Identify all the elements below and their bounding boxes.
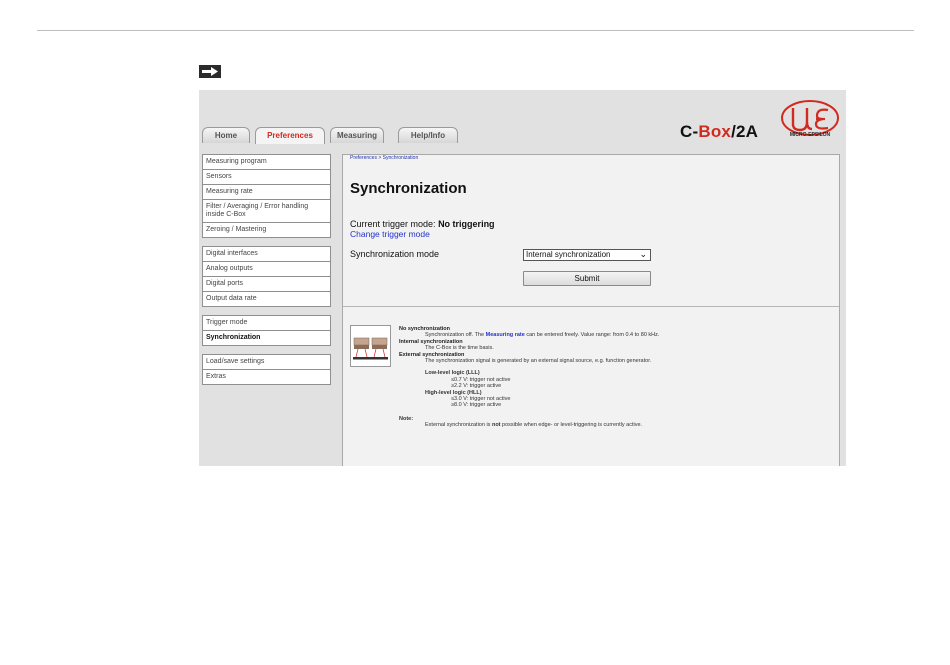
divider <box>343 306 839 307</box>
help-hll-2: ≥8.0 V: trigger active <box>451 402 502 409</box>
help-external-text: The synchronization signal is generated … <box>425 358 652 365</box>
trigger-value: No triggering <box>438 219 495 229</box>
arrow-icon <box>199 65 221 78</box>
chevron-down-icon: ⌄ <box>639 249 647 259</box>
sidebar-item-digital-ports[interactable]: Digital ports <box>203 277 330 292</box>
sidebar-item-filter[interactable]: Filter / Averaging / Error handling insi… <box>203 200 330 223</box>
breadcrumb[interactable]: Preferences > Synchronization <box>350 155 418 161</box>
tab-measuring[interactable]: Measuring <box>330 127 384 143</box>
sidebar-item-output-data-rate[interactable]: Output data rate <box>203 292 330 306</box>
sync-mode-label: Synchronization mode <box>350 249 440 259</box>
sync-diagram-icon <box>350 325 391 367</box>
sidebar-item-zeroing[interactable]: Zeroing / Mastering <box>203 223 330 237</box>
current-trigger-mode: Current trigger mode: No triggering <box>350 219 495 229</box>
tab-preferences[interactable]: Preferences <box>255 127 325 144</box>
top-rule <box>37 30 914 31</box>
change-trigger-mode-link[interactable]: Change trigger mode <box>350 229 430 239</box>
main-content: Preferences > Synchronization Synchroniz… <box>342 154 840 466</box>
sidebar-item-digital-interfaces[interactable]: Digital interfaces <box>203 247 330 262</box>
help-no-sync-post: can be entered freely. Value range: from… <box>526 332 660 339</box>
submit-button[interactable]: Submit <box>523 271 651 286</box>
help-note-bold: not <box>491 422 501 429</box>
sidebar-item-trigger-mode[interactable]: Trigger mode <box>203 316 330 331</box>
help-text: No synchronization Synchronization off. … <box>399 326 835 429</box>
sync-mode-select[interactable]: Internal synchronization ⌄ <box>523 249 651 261</box>
help-note-text: External synchronization is not possible… <box>399 422 835 428</box>
sidebar-group: Trigger mode Synchronization <box>202 315 331 346</box>
help-note-post: possible when edge- or level-triggering … <box>502 422 643 429</box>
sidebar-group: Measuring program Sensors Measuring rate… <box>202 154 331 238</box>
tab-home[interactable]: Home <box>202 127 250 143</box>
help-note-pre: External synchronization is <box>425 422 491 429</box>
sidebar-group: Load/save settings Extras <box>202 354 331 385</box>
help-no-sync-pre: Synchronization off. The <box>425 332 485 339</box>
brand-highlight: Box <box>698 122 732 141</box>
cbox-web-interface: Home Preferences Measuring Help/Info C-B… <box>199 90 846 466</box>
sidebar-item-analog-outputs[interactable]: Analog outputs <box>203 262 330 277</box>
logo-text: MICRO-EPSILON <box>789 132 831 138</box>
sidebar-item-measuring-program[interactable]: Measuring program <box>203 155 330 170</box>
sidebar-item-measuring-rate[interactable]: Measuring rate <box>203 185 330 200</box>
sidebar-item-extras[interactable]: Extras <box>203 370 330 384</box>
brand-prefix: C- <box>680 122 699 141</box>
page-title: Synchronization <box>350 180 467 197</box>
brand-suffix: /2A <box>731 122 759 141</box>
sidebar-item-sensors[interactable]: Sensors <box>203 170 330 185</box>
trigger-label: Current trigger mode: <box>350 219 436 229</box>
sync-mode-value: Internal synchronization <box>526 250 611 259</box>
sidebar-group: Digital interfaces Analog outputs Digita… <box>202 246 331 307</box>
sidebar-item-synchronization[interactable]: Synchronization <box>203 331 330 345</box>
measuring-rate-link[interactable]: Measuring rate <box>486 332 525 338</box>
product-name: C-Box/2A <box>680 122 758 142</box>
sidebar-nav: Measuring program Sensors Measuring rate… <box>202 154 331 393</box>
sidebar-item-load-save-settings[interactable]: Load/save settings <box>203 355 330 370</box>
tab-help-info[interactable]: Help/Info <box>398 127 458 143</box>
